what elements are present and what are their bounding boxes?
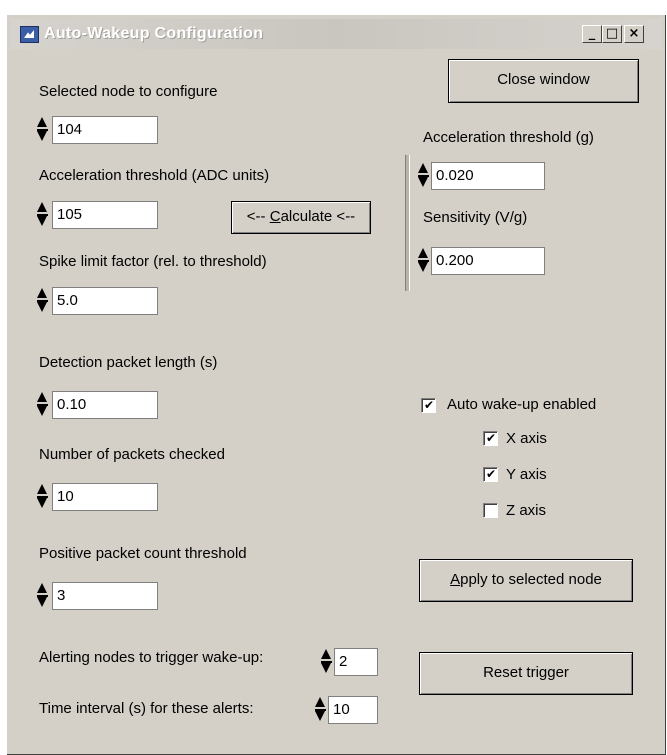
positive-count-label: Positive packet count threshold	[39, 545, 247, 562]
packet-length-input[interactable]: 0.10	[52, 391, 158, 419]
sensitivity-label: Sensitivity (V/g)	[423, 209, 528, 226]
y-axis-label: Y axis	[506, 466, 547, 483]
auto-wakeup-checkbox[interactable]: ✔	[421, 398, 436, 413]
x-axis-label: X axis	[506, 430, 547, 447]
check-mark-icon: ✔	[424, 398, 435, 412]
spike-input[interactable]: 5.0	[52, 287, 158, 315]
time-interval-label: Time interval (s) for these alerts:	[39, 700, 254, 717]
packets-checked-input[interactable]: 10	[52, 483, 158, 511]
packet-length-label: Detection packet length (s)	[39, 354, 218, 371]
alerting-nodes-label: Alerting nodes to trigger wake-up:	[39, 649, 264, 666]
app-icon	[20, 26, 39, 43]
positive-count-spinner[interactable]	[37, 582, 48, 610]
z-axis-checkbox[interactable]	[483, 503, 498, 518]
calculate-label: <-- Calculate <--	[246, 208, 356, 225]
spike-spinner[interactable]	[37, 287, 48, 315]
config-window: Auto-Wakeup Configuration _ □ × Selected…	[6, 14, 666, 755]
reset-trigger-button[interactable]: Reset trigger	[419, 652, 633, 695]
vertical-divider	[405, 155, 410, 291]
packets-checked-spinner[interactable]	[37, 483, 48, 511]
check-mark-icon: ✔	[486, 467, 497, 481]
alerting-nodes-spinner[interactable]	[321, 648, 332, 676]
calculate-button[interactable]: <-- Calculate <--	[231, 201, 371, 234]
maximize-button[interactable]: □	[602, 25, 622, 43]
node-input[interactable]: 104	[52, 116, 158, 144]
close-window-button[interactable]: Close window	[448, 59, 639, 103]
check-mark-icon: ✔	[486, 431, 497, 445]
x-axis-checkbox[interactable]: ✔	[483, 431, 498, 446]
apply-button[interactable]: Apply to selected node	[419, 559, 633, 602]
accel-adc-spinner[interactable]	[37, 201, 48, 229]
sensitivity-input[interactable]: 0.200	[431, 247, 545, 275]
window-title: Auto-Wakeup Configuration	[44, 25, 264, 42]
accel-g-spinner[interactable]	[418, 162, 429, 190]
spike-label: Spike limit factor (rel. to threshold)	[39, 253, 267, 270]
accel-g-label: Acceleration threshold (g)	[423, 129, 594, 146]
auto-wakeup-label: Auto wake-up enabled	[447, 396, 597, 413]
packet-length-spinner[interactable]	[37, 391, 48, 419]
accel-g-input[interactable]: 0.020	[431, 162, 545, 190]
apply-label: Apply to selected node	[450, 571, 602, 588]
sensitivity-spinner[interactable]	[418, 247, 429, 275]
z-axis-label: Z axis	[506, 502, 547, 519]
minimize-button[interactable]: _	[582, 25, 602, 43]
time-interval-input[interactable]: 10	[328, 696, 378, 724]
close-title-button[interactable]: ×	[624, 25, 644, 43]
time-interval-spinner[interactable]	[315, 696, 326, 724]
positive-count-input[interactable]: 3	[52, 582, 158, 610]
title-bar[interactable]: Auto-Wakeup Configuration _ □ ×	[10, 19, 662, 49]
y-axis-checkbox[interactable]: ✔	[483, 467, 498, 482]
accel-adc-input[interactable]: 105	[52, 201, 158, 229]
node-spinner[interactable]	[37, 116, 48, 144]
accel-adc-label: Acceleration threshold (ADC units)	[39, 167, 270, 184]
alerting-nodes-input[interactable]: 2	[334, 648, 378, 676]
node-label: Selected node to configure	[39, 83, 218, 100]
packets-checked-label: Number of packets checked	[39, 446, 225, 463]
